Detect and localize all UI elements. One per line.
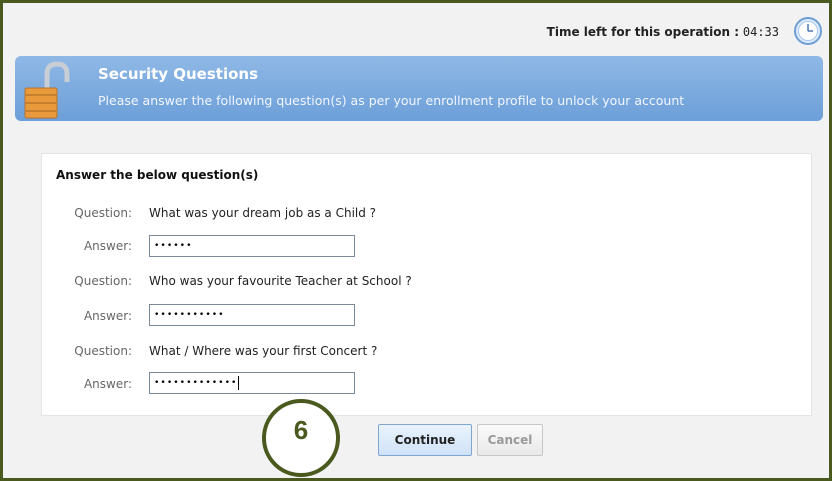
step-marker-number: 6 — [293, 415, 309, 445]
padlock-icon — [24, 61, 70, 119]
clock-icon — [794, 17, 822, 45]
answer-label: Answer: — [83, 239, 132, 253]
answer-label: Answer: — [83, 377, 132, 391]
page-subtitle: Please answer the following question(s) … — [98, 93, 685, 108]
answer-2-field[interactable]: ••••••••••• — [149, 304, 355, 326]
security-questions-window: Time left for this operation : 04:33 Sec… — [0, 0, 832, 481]
answer-label: Answer: — [83, 309, 132, 323]
cancel-button-label: Cancel — [487, 433, 533, 447]
panel-title: Answer the below question(s) — [56, 168, 259, 182]
time-left-value: 04:33 — [742, 25, 779, 39]
answer-3-field[interactable]: ••••••••••••• — [149, 372, 355, 394]
text-cursor — [238, 375, 240, 390]
question-3-text: What / Where was your first Concert ? — [149, 344, 378, 358]
time-left-label: Time left for this operation : 04:33 — [547, 25, 779, 39]
continue-button[interactable]: Continue — [378, 424, 472, 456]
question-1-text: What was your dream job as a Child ? — [149, 206, 377, 220]
time-left-text: Time left for this operation : — [546, 25, 740, 39]
answer-3-value: ••••••••••••• — [154, 378, 238, 388]
timer-bar: Time left for this operation : 04:33 — [3, 3, 829, 55]
question-label: Question: — [74, 206, 132, 220]
questions-panel: Answer the below question(s) Question: W… — [41, 153, 812, 416]
question-label: Question: — [74, 344, 132, 358]
cancel-button[interactable]: Cancel — [477, 424, 543, 456]
question-2-text: Who was your favourite Teacher at School… — [149, 274, 412, 288]
answer-1-field[interactable]: •••••• — [149, 235, 355, 257]
continue-button-label: Continue — [394, 433, 456, 447]
page-title: Security Questions — [98, 65, 259, 83]
question-label: Question: — [74, 274, 132, 288]
